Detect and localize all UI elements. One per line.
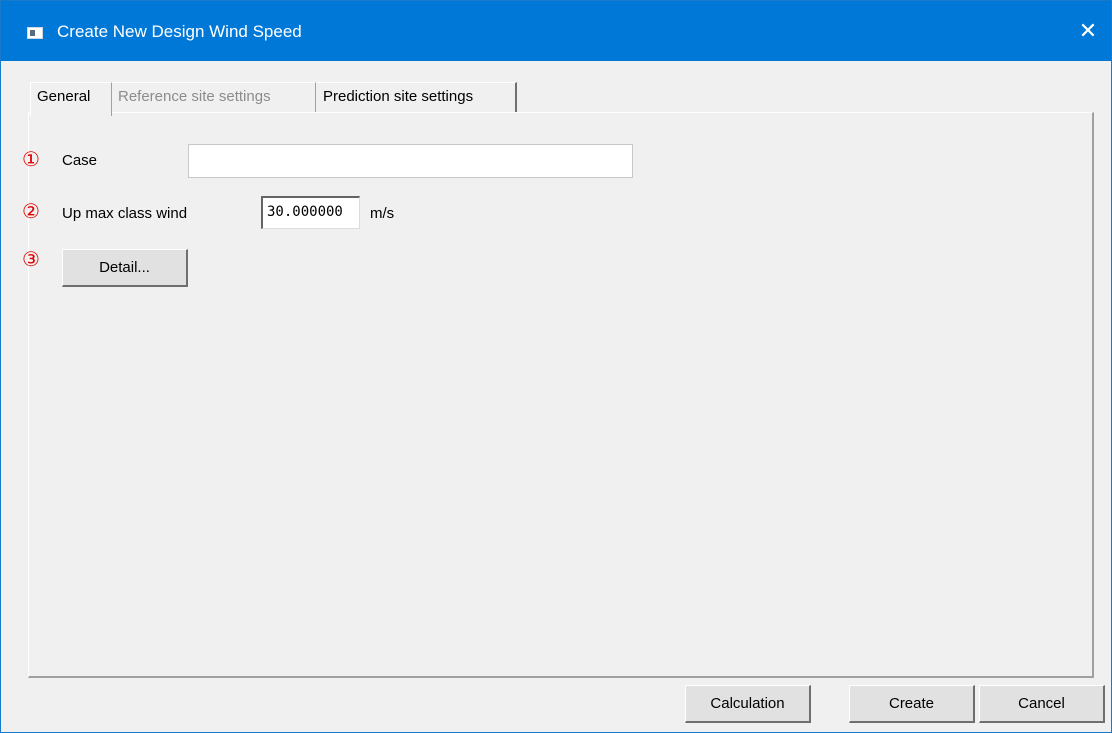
marker-3: ③: [22, 247, 40, 271]
marker-2: ②: [22, 199, 40, 223]
dialog-window: Create New Design Wind Speed ✕ General R…: [0, 0, 1112, 733]
close-button[interactable]: ✕: [1065, 1, 1111, 61]
tab-prediction-site-settings[interactable]: Prediction site settings: [317, 82, 517, 113]
app-icon: [27, 27, 43, 39]
create-button[interactable]: Create: [849, 685, 975, 723]
case-input[interactable]: [188, 144, 633, 178]
up-max-class-wind-label: Up max class wind: [62, 205, 188, 222]
up-max-unit-label: m/s: [370, 205, 395, 222]
marker-1: ①: [22, 147, 40, 171]
window-title: Create New Design Wind Speed: [57, 22, 302, 41]
up-max-class-wind-input[interactable]: 30.000000: [261, 196, 360, 229]
general-tab-panel: [28, 112, 1094, 678]
title-bar[interactable]: Create New Design Wind Speed ✕: [1, 1, 1111, 61]
tab-general[interactable]: General: [30, 82, 112, 116]
tab-reference-site-settings: Reference site settings: [112, 82, 316, 113]
detail-button[interactable]: Detail...: [62, 249, 188, 287]
cancel-button[interactable]: Cancel: [979, 685, 1105, 723]
close-icon: ✕: [1078, 18, 1098, 43]
calculation-button[interactable]: Calculation: [685, 685, 811, 723]
case-label: Case: [62, 152, 98, 169]
